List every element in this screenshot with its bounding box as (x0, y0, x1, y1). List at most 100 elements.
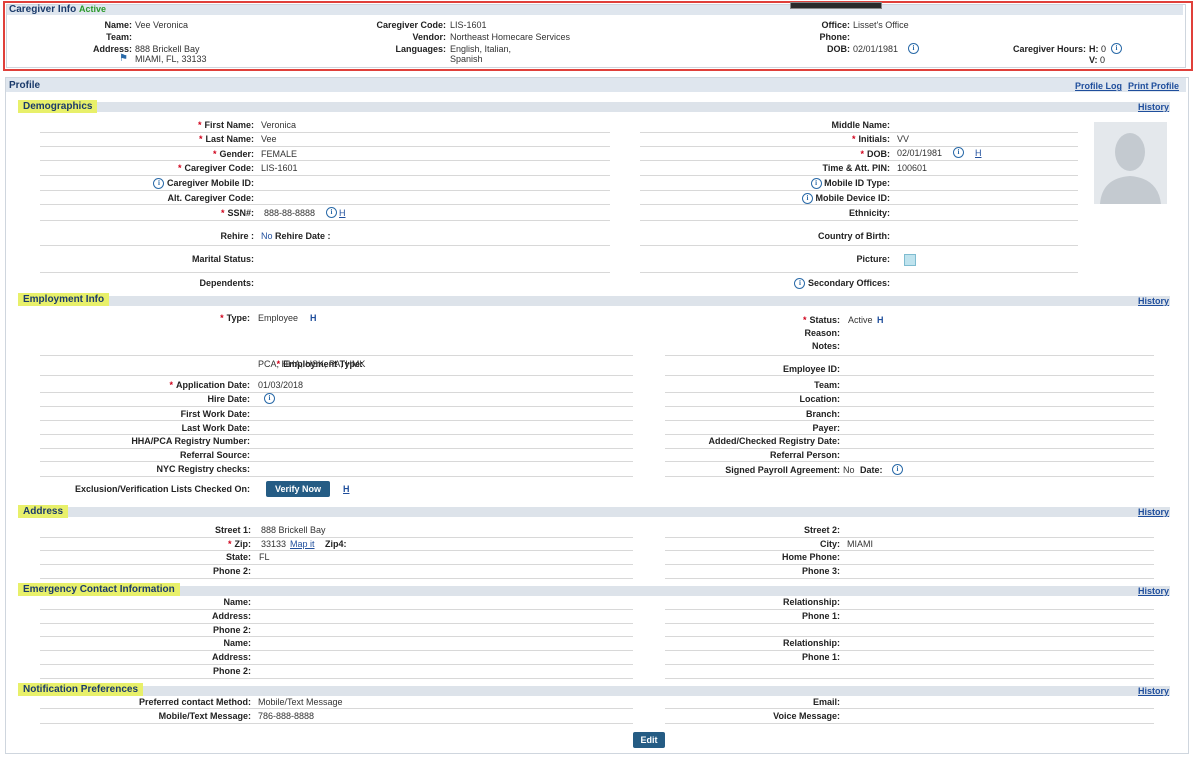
emergency-name-label: Name: (223, 597, 251, 607)
secondary-offices-label: i Secondary Offices: (700, 278, 890, 290)
demographics-history-link[interactable]: History (1138, 102, 1169, 112)
address-title: Address (18, 505, 69, 518)
demographics-bar (18, 102, 1170, 112)
email-label: Email: (812, 697, 840, 707)
phone2-label: Phone 2: (212, 566, 251, 576)
languages-line2: Spanish (450, 54, 483, 64)
address-line2: MIAMI, FL, 33133 (135, 54, 207, 64)
phone-label: Phone: (819, 32, 851, 42)
location-label: Location: (799, 394, 841, 404)
office-value: Lisset's Office (853, 20, 909, 30)
last-name-value: Vee (261, 134, 277, 144)
hire-date-label: Hire Date: (207, 394, 250, 404)
mobile-id-label: i Caregiver Mobile ID: (40, 178, 254, 190)
address-line1: 888 Brickell Bay (135, 44, 200, 54)
first-name-label: * First Name: (197, 120, 254, 130)
info-icon[interactable]: i (153, 178, 165, 190)
alt-code-label: Alt. Caregiver Code: (167, 193, 254, 203)
phone3-label: Phone 3: (801, 566, 840, 576)
payer-label: Payer: (812, 423, 840, 433)
profile-title: Profile (9, 80, 41, 91)
info-icon[interactable]: i (810, 178, 822, 190)
vendor-value: Northeast Homecare Services (450, 32, 571, 42)
employment-type-value: PCA, HHA, HSK, PA, HMK (258, 359, 366, 369)
emergency-bar (18, 586, 1170, 596)
avatar (1094, 122, 1167, 204)
notes-label: Notes: (811, 341, 840, 351)
branch-label: Branch: (805, 409, 840, 419)
status-history-h[interactable]: H (877, 315, 884, 325)
status-active: Active (79, 4, 107, 14)
rehire-date-label: Rehire Date : (275, 231, 331, 241)
caregiver-code-label: * Caregiver Code: (177, 163, 254, 173)
gender-value: FEMALE (261, 149, 298, 159)
exclusion-history-h-link[interactable]: H (343, 484, 350, 494)
status-value: Active (848, 315, 873, 325)
caregiver-code-value: LIS-1601 (261, 163, 298, 173)
registry-number-label: HHA/PCA Registry Number: (131, 436, 250, 446)
caregiver-info-title-bar (7, 5, 1183, 15)
edit-button[interactable]: Edit (633, 732, 665, 748)
reason-label: Reason: (804, 328, 840, 338)
added-registry-date-label: Added/Checked Registry Date: (708, 436, 840, 446)
ssn-label: * SSN#: (220, 208, 254, 218)
emergency-address-label: Address: (211, 611, 251, 621)
initials-value: VV (897, 134, 910, 144)
info-icon[interactable]: i (801, 193, 813, 205)
emergency-phone2-label: Phone 2: (212, 666, 251, 676)
address-history-link[interactable]: History (1138, 507, 1169, 517)
verify-now-button[interactable]: Verify Now (266, 481, 330, 497)
employee-id-label: Employee ID: (782, 364, 840, 374)
h-hours: H: 0 (1089, 44, 1107, 54)
dependents-label: Dependents: (199, 278, 254, 288)
employment-title: Employment Info (18, 293, 110, 306)
info-icon[interactable]: i (264, 393, 275, 405)
info-icon[interactable]: i (908, 43, 919, 55)
employment-bar (18, 296, 1170, 306)
team-label: Team: (106, 32, 132, 42)
caregiver-code-value: LIS-1601 (450, 20, 487, 30)
marital-status-label: Marital Status: (191, 254, 254, 264)
emergency-phone1-label: Phone 1: (801, 652, 840, 662)
ethnicity-label: Ethnicity: (848, 208, 890, 218)
emergency-history-link[interactable]: History (1138, 586, 1169, 596)
ssn-history-h-link[interactable]: H (339, 208, 346, 218)
team-label: Team: (814, 380, 840, 390)
dark-tab-stub (790, 2, 882, 9)
info-icon[interactable]: i (892, 464, 903, 476)
preferred-method-label: Preferred contact Method: (138, 697, 251, 707)
name-value: Vee Veronica (135, 20, 189, 30)
print-profile-link[interactable]: Print Profile (1128, 81, 1179, 91)
notification-history-link[interactable]: History (1138, 686, 1169, 696)
street1-label: Street 1: (214, 525, 251, 535)
map-person-icon[interactable]: ⚑ (119, 53, 128, 64)
notification-title: Notification Preferences (18, 683, 144, 696)
preferred-method-value: Mobile/Text Message (258, 697, 343, 707)
picture-upload-icon[interactable] (904, 254, 916, 266)
emergency-address-label: Address: (211, 652, 251, 662)
type-label: * Type: (220, 313, 250, 323)
city-value: MIAMI (847, 539, 873, 549)
pin-value: 100601 (897, 163, 928, 173)
street2-label: Street 2: (803, 525, 840, 535)
employment-history-link[interactable]: History (1138, 296, 1169, 306)
info-icon[interactable]: i (326, 207, 337, 219)
gender-label: * Gender: (212, 149, 254, 159)
info-icon[interactable]: i (794, 278, 806, 290)
first-name-value: Veronica (261, 120, 297, 130)
signed-payroll-label: Signed Payroll Agreement: (725, 465, 840, 475)
country-label: Country of Birth: (818, 231, 890, 241)
type-history-h[interactable]: H (310, 313, 317, 323)
emergency-name-label: Name: (223, 638, 251, 648)
office-label: Office: (821, 20, 850, 30)
rehire-value: No (261, 231, 273, 241)
dob-label: * DOB: (860, 149, 890, 159)
dob-history-h-link[interactable]: H (975, 148, 982, 158)
emergency-phone1-label: Phone 1: (801, 611, 840, 621)
info-icon[interactable]: i (953, 147, 964, 159)
profile-log-link[interactable]: Profile Log (1075, 81, 1122, 91)
home-phone-label: Home Phone: (781, 552, 840, 562)
map-it-link[interactable]: Map it (290, 539, 315, 549)
street1-value: 888 Brickell Bay (261, 525, 326, 535)
info-icon[interactable]: i (1111, 43, 1122, 55)
